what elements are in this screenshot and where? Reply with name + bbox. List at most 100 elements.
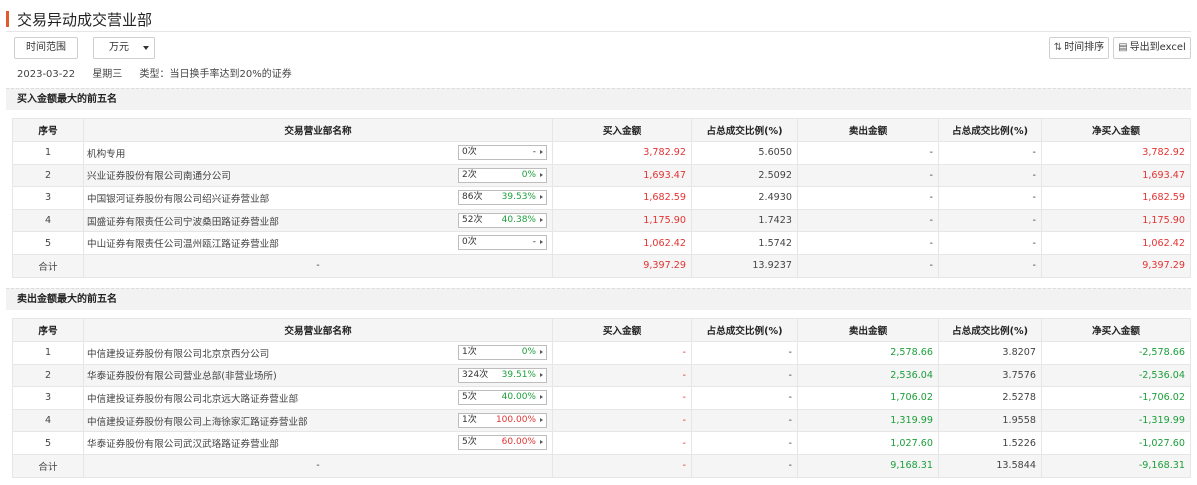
net-amount: -2,536.04 xyxy=(1041,363,1191,388)
net-amount: 3,782.92 xyxy=(1041,141,1191,165)
time-sort-button[interactable]: ⇅ 时间排序 xyxy=(1049,37,1109,59)
row-number: 5 xyxy=(12,231,84,255)
table-row[interactable]: 5 华泰证券股份有限公司武汉武珞路证券营业部 5次 60.00% - -1,027.60 1… xyxy=(12,431,1191,455)
chevron-right-icon xyxy=(540,195,543,200)
table-row[interactable]: 3 中国银河证券股份有限公司绍兴证券营业部 86次 39.53% 1,682.59 2.4… xyxy=(12,186,1191,210)
history-stat-badge[interactable]: 1次 0% xyxy=(458,345,547,360)
history-stat-badge[interactable]: 52次 40.38% xyxy=(458,212,547,228)
win-rate: 40.38% xyxy=(501,214,536,225)
chevron-right-icon xyxy=(540,240,543,245)
row-number: 3 xyxy=(12,186,84,210)
broker-name-cell[interactable]: 中信建投证券股份有限公司上海徐家汇路证券营业部 1次 100.00% xyxy=(83,408,553,433)
chevron-right-icon xyxy=(540,172,543,177)
time-sort-label: 时间排序 xyxy=(1064,42,1105,53)
row-number: 5 xyxy=(12,431,84,455)
total-sell: 9,168.31 xyxy=(797,453,939,478)
net-amount: 1,693.47 xyxy=(1041,163,1191,188)
broker-name-cell[interactable]: 华泰证券股份有限公司营业总部(非营业场所) 324次 39.51% xyxy=(83,363,553,388)
table-row[interactable]: 3 中信建投证券股份有限公司北京远大路证券营业部 5次 40.00% - -1,706.0… xyxy=(12,386,1191,410)
total-buy-ratio: 13.9237 xyxy=(691,253,798,278)
sort-arrows-icon: ⇅ xyxy=(1053,42,1063,53)
table-row[interactable]: 2 华泰证券股份有限公司营业总部(非营业场所) 324次 39.51% - -2,536.… xyxy=(12,363,1191,388)
sell-amount: 1,027.60 xyxy=(797,431,939,455)
sell-top5-table: 序号 交易营业部名称 买入金额 占总成交比例(%) 卖出金额 占总成交比例(%) 净买入金额… xyxy=(12,318,1191,478)
sell-ratio: - xyxy=(938,231,1042,255)
sell-amount: - xyxy=(797,163,939,188)
buy-ratio: 1.5742 xyxy=(691,231,798,255)
net-amount: -1,706.02 xyxy=(1041,386,1191,410)
buy-amount: - xyxy=(552,386,692,410)
total-net: 9,397.29 xyxy=(1041,253,1191,278)
sell-ratio: - xyxy=(938,186,1042,210)
history-stat-badge[interactable]: 1次 100.00% xyxy=(458,412,547,428)
broker-name-cell[interactable]: 中山证券有限责任公司温州瓯江路证券营业部 0次 - xyxy=(83,231,553,255)
table-header-row: 序号 交易营业部名称 买入金额 占总成交比例(%) 卖出金额 占总成交比例(%) 净买入金额 xyxy=(12,318,1191,342)
broker-name: 华泰证券股份有限公司营业总部(非营业场所) xyxy=(87,371,277,383)
history-stat-badge[interactable]: 86次 39.53% xyxy=(458,190,547,206)
appearance-count: 1次 xyxy=(462,414,477,425)
title-accent-bar xyxy=(6,11,9,27)
chevron-right-icon xyxy=(540,372,543,377)
table-row[interactable]: 1 中信建投证券股份有限公司北京京西分公司 1次 0% - -2,578.66 3.8207… xyxy=(12,341,1191,365)
appearance-count: 52次 xyxy=(462,214,483,225)
table-row[interactable]: 4 中信建投证券股份有限公司上海徐家汇路证券营业部 1次 100.00% - -1,319… xyxy=(12,408,1191,433)
unit-select-value: 万元 xyxy=(109,42,129,53)
broker-name-cell[interactable]: 兴业证券股份有限公司南通分公司 2次 0% xyxy=(83,163,553,188)
broker-name: 中信建投证券股份有限公司上海徐家汇路证券营业部 xyxy=(87,416,308,428)
sell-section-title: 卖出金额最大的前五名 xyxy=(6,288,1191,310)
broker-name-cell[interactable]: 中信建投证券股份有限公司北京远大路证券营业部 5次 40.00% xyxy=(83,386,553,410)
broker-name-cell[interactable]: 机构专用 0次 - xyxy=(83,141,553,165)
column-header: 卖出金额 xyxy=(797,318,939,342)
broker-name-cell[interactable]: 中信建投证券股份有限公司北京京西分公司 1次 0% xyxy=(83,341,553,365)
buy-amount: - xyxy=(552,341,692,365)
buy-ratio: - xyxy=(691,363,798,388)
column-header: 买入金额 xyxy=(552,118,692,142)
sell-amount: - xyxy=(797,231,939,255)
column-header: 占总成交比例(%) xyxy=(938,118,1042,142)
history-stat-badge[interactable]: 324次 39.51% xyxy=(458,367,547,383)
sell-amount: - xyxy=(797,141,939,165)
win-rate: 39.53% xyxy=(501,192,536,203)
buy-amount: 1,062.42 xyxy=(552,231,692,255)
chevron-right-icon xyxy=(540,350,543,354)
buy-ratio: - xyxy=(691,386,798,410)
sell-amount: - xyxy=(797,186,939,210)
chevron-right-icon xyxy=(540,395,543,400)
appearance-count: 1次 xyxy=(462,347,477,357)
chevron-right-icon xyxy=(540,217,543,222)
total-buy-ratio: - xyxy=(691,453,798,478)
history-stat-badge[interactable]: 2次 0% xyxy=(458,167,547,183)
row-number: 2 xyxy=(12,363,84,388)
win-rate: - xyxy=(532,237,536,248)
buy-ratio: 1.7423 xyxy=(691,208,798,233)
history-stat-badge[interactable]: 0次 - xyxy=(458,145,547,160)
table-header-row: 序号 交易营业部名称 买入金额 占总成交比例(%) 卖出金额 占总成交比例(%) 净买入金额 xyxy=(12,118,1191,142)
total-name: - xyxy=(83,453,553,478)
column-header: 净买入金额 xyxy=(1041,118,1191,142)
sell-amount: 1,706.02 xyxy=(797,386,939,410)
broker-name: 国盛证券有限责任公司宁波桑田路证券营业部 xyxy=(87,216,279,228)
table-row[interactable]: 5 中山证券有限责任公司温州瓯江路证券营业部 0次 -1,062.42 1.5742- -… xyxy=(12,231,1191,255)
buy-ratio: 2.4930 xyxy=(691,186,798,210)
history-stat-badge[interactable]: 5次 60.00% xyxy=(458,435,547,451)
broker-name-cell[interactable]: 中国银河证券股份有限公司绍兴证券营业部 86次 39.53% xyxy=(83,186,553,210)
buy-ratio: 5.6050 xyxy=(691,141,798,165)
export-excel-button[interactable]: ▤ 导出到excel xyxy=(1113,37,1191,59)
total-row: 合计 -9,397.29 13.9237- -9,397.29 xyxy=(12,253,1191,278)
net-amount: 1,062.42 xyxy=(1041,231,1191,255)
broker-name-cell[interactable]: 华泰证券股份有限公司武汉武珞路证券营业部 5次 60.00% xyxy=(83,431,553,455)
table-row[interactable]: 4 国盛证券有限责任公司宁波桑田路证券营业部 52次 40.38% 1,175.90 1.… xyxy=(12,208,1191,233)
column-header: 占总成交比例(%) xyxy=(938,318,1042,342)
win-rate: 39.51% xyxy=(501,369,536,380)
time-range-button[interactable]: 时间范围 xyxy=(14,37,78,59)
history-stat-badge[interactable]: 0次 - xyxy=(458,235,547,251)
table-row[interactable]: 1 机构专用 0次 -3,782.92 5.6050- -3,782.92 xyxy=(12,141,1191,165)
sell-amount: 2,536.04 xyxy=(797,363,939,388)
appearance-count: 86次 xyxy=(462,192,483,203)
unit-select[interactable]: 万元 xyxy=(93,37,155,59)
table-row[interactable]: 2 兴业证券股份有限公司南通分公司 2次 0% 1,693.47 2.5092- -1,69… xyxy=(12,163,1191,188)
appearance-count: 5次 xyxy=(462,392,477,403)
broker-name-cell[interactable]: 国盛证券有限责任公司宁波桑田路证券营业部 52次 40.38% xyxy=(83,208,553,233)
history-stat-badge[interactable]: 5次 40.00% xyxy=(458,390,547,406)
column-header: 净买入金额 xyxy=(1041,318,1191,342)
